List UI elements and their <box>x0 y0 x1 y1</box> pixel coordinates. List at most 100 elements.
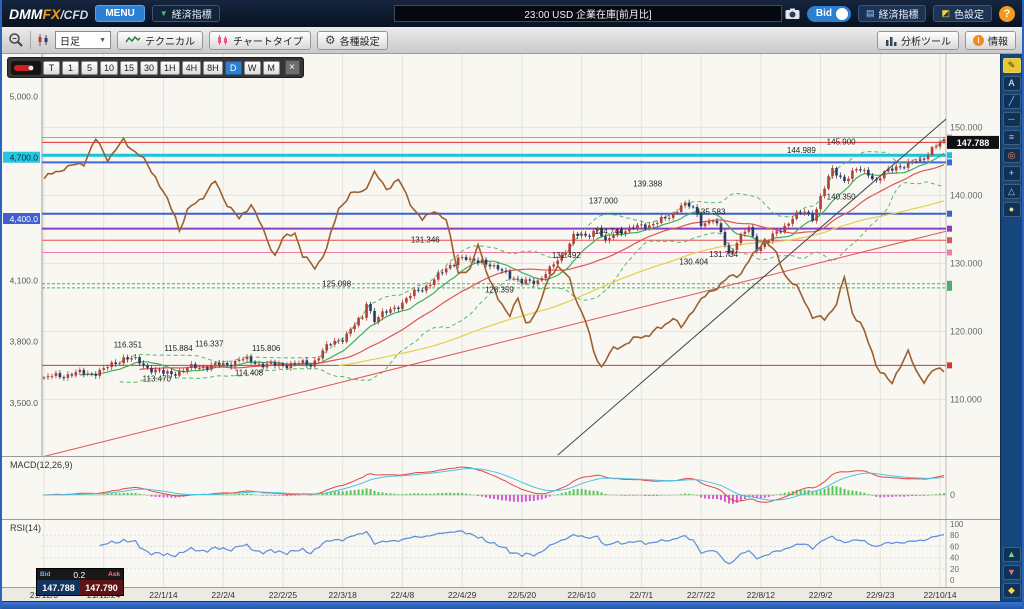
svg-text:4,100.0: 4,100.0 <box>10 275 39 285</box>
ask-label: Ask <box>108 571 120 578</box>
svg-text:22/9/2: 22/9/2 <box>809 590 833 600</box>
chart-type-button[interactable]: チャートタイプ <box>209 31 311 50</box>
palette-icon: ◩ <box>941 8 950 19</box>
info-button[interactable]: i 情報 <box>965 31 1016 50</box>
timeframe-d-button[interactable]: D <box>225 61 242 75</box>
camera-icon[interactable] <box>785 8 800 20</box>
chart-type-icon <box>217 35 229 46</box>
svg-text:144.989: 144.989 <box>787 146 816 155</box>
date-axis[interactable]: 21/12/321/12/2422/1/1422/2/422/2/2522/3/… <box>2 587 1000 601</box>
menu-button[interactable]: MENU <box>95 5 144 22</box>
svg-text:3,500.0: 3,500.0 <box>10 398 39 408</box>
analysis-tools-button[interactable]: 分析ツール <box>877 31 959 50</box>
zoom-icon[interactable] <box>8 32 24 48</box>
timeframe-select-value: 日足 <box>60 33 80 48</box>
technical-button[interactable]: テクニカル <box>117 31 203 50</box>
svg-text:126.359: 126.359 <box>485 286 514 295</box>
svg-text:4,400.0: 4,400.0 <box>10 214 39 224</box>
svg-text:22/3/18: 22/3/18 <box>328 590 357 600</box>
svg-text:0: 0 <box>950 576 955 585</box>
info-label: 情報 <box>988 33 1008 48</box>
timeframe-bar-close-button[interactable]: × <box>285 60 300 75</box>
economic-indicator-ticker-button[interactable]: ▼ 経済指標 <box>152 5 220 22</box>
svg-text:22/4/29: 22/4/29 <box>448 590 477 600</box>
main-chart-canvas[interactable]: 150.000140.000130.000120.000110.0005,000… <box>2 54 1000 456</box>
drawing-toolbar: ✎ A ╱ ─ ≡ ◎ + △ ● ▲ ▼ ◆ <box>1000 54 1022 601</box>
crosshair-icon[interactable]: + <box>1003 166 1021 181</box>
rsi-panel: 100806040200RSI(14) <box>2 519 1000 587</box>
gear-icon: ⚙ <box>325 34 336 46</box>
alert-icon[interactable]: ● <box>1003 202 1021 217</box>
timeframe-m-button[interactable]: M <box>263 61 280 75</box>
svg-text:22/8/12: 22/8/12 <box>747 590 776 600</box>
toggle-knob <box>836 8 848 20</box>
timeframe-30-button[interactable]: 30 <box>140 61 158 75</box>
timeframe-bar: T151015301H4H8HDWM × <box>7 57 304 78</box>
calendar-icon: ▤ <box>866 8 875 19</box>
economic-indicator2-label: 経済指標 <box>878 6 918 21</box>
svg-text:125.098: 125.098 <box>322 279 351 288</box>
timeframe-1h-button[interactable]: 1H <box>160 61 180 75</box>
bid-ask-toggle[interactable]: Bid <box>807 6 851 22</box>
scroll-down-icon[interactable]: ▼ <box>1003 565 1021 580</box>
timeframe-8h-button[interactable]: 8H <box>203 61 223 75</box>
svg-text:22/2/4: 22/2/4 <box>211 590 235 600</box>
pencil-icon[interactable]: ✎ <box>1003 58 1021 73</box>
ruler-icon[interactable]: △ <box>1003 184 1021 199</box>
svg-text:137.000: 137.000 <box>589 197 618 206</box>
rsi-canvas[interactable]: 100806040200RSI(14) <box>2 520 1000 587</box>
scroll-up-icon[interactable]: ▲ <box>1003 547 1021 562</box>
spread-value: 0.2 <box>73 570 85 580</box>
svg-text:MACD(12,26,9): MACD(12,26,9) <box>10 460 73 470</box>
trading-app-window: DMMFX/CFD MENU ▼ 経済指標 23:00 USD 企業在庫[前月比… <box>0 0 1024 609</box>
svg-text:22/9/23: 22/9/23 <box>866 590 895 600</box>
macd-canvas[interactable]: MACD(12,26,9) 0 <box>2 457 1000 519</box>
svg-text:115.806: 115.806 <box>252 344 281 353</box>
horizontal-line-icon[interactable]: ─ <box>1003 112 1021 127</box>
news-ticker: 23:00 USD 企業在庫[前月比] <box>394 5 782 22</box>
bid-price[interactable]: 147.788 <box>37 580 80 595</box>
marker-icon[interactable]: ◎ <box>1003 148 1021 163</box>
chart-type-label: チャートタイプ <box>233 33 303 48</box>
svg-text:150.000: 150.000 <box>950 122 983 132</box>
svg-text:147.788: 147.788 <box>957 138 990 148</box>
timeframe-4h-button[interactable]: 4H <box>182 61 202 75</box>
chart-stack: 150.000140.000130.000120.000110.0005,000… <box>2 54 1000 601</box>
bid-label: Bid <box>40 571 50 578</box>
chart-toolbar: 日足 ▼ テクニカル チャートタイプ ⚙ 各種設定 分析ツール i 情報 <box>2 27 1022 54</box>
svg-text:135.583: 135.583 <box>696 207 725 216</box>
settings-label: 各種設定 <box>340 33 380 48</box>
timeframe-1-button[interactable]: 1 <box>62 61 79 75</box>
chevron-down-icon: ▼ <box>99 37 106 44</box>
economic-indicator-label: 経済指標 <box>172 6 212 21</box>
text-tool-icon[interactable]: A <box>1003 76 1021 91</box>
bid-toggle-label: Bid <box>816 8 832 19</box>
svg-text:22/5/20: 22/5/20 <box>508 590 537 600</box>
svg-text:0: 0 <box>950 490 955 500</box>
timeframe-15-button[interactable]: 15 <box>120 61 138 75</box>
settings-button[interactable]: ⚙ 各種設定 <box>317 31 388 50</box>
svg-text:130.000: 130.000 <box>950 258 983 268</box>
timeframe-10-button[interactable]: 10 <box>100 61 118 75</box>
svg-text:100: 100 <box>950 520 964 529</box>
technical-label: テクニカル <box>145 33 195 48</box>
timeframe-t-button[interactable]: T <box>43 61 60 75</box>
svg-text:116.351: 116.351 <box>114 341 143 350</box>
fibonacci-icon[interactable]: ≡ <box>1003 130 1021 145</box>
info-icon: i <box>973 35 984 46</box>
timeframe-select[interactable]: 日足 ▼ <box>55 31 111 49</box>
snapshot-icon[interactable]: ◆ <box>1003 583 1021 598</box>
timeframe-5-button[interactable]: 5 <box>81 61 98 75</box>
svg-text:120.000: 120.000 <box>950 326 983 336</box>
trendline-icon[interactable]: ╱ <box>1003 94 1021 109</box>
svg-text:22/1/14: 22/1/14 <box>149 590 178 600</box>
date-axis-canvas: 21/12/321/12/2422/1/1422/2/422/2/2522/3/… <box>2 588 1000 601</box>
svg-text:22/7/1: 22/7/1 <box>630 590 654 600</box>
help-button[interactable]: ? <box>999 6 1015 22</box>
analysis-tools-label: 分析ツール <box>901 33 951 48</box>
timeframe-w-button[interactable]: W <box>244 61 261 75</box>
ask-price[interactable]: 147.790 <box>80 580 123 595</box>
color-settings-button[interactable]: ◩ 色設定 <box>933 5 992 22</box>
svg-text:145.900: 145.900 <box>827 137 856 146</box>
economic-indicator-panel-button[interactable]: ▤ 経済指標 <box>858 5 927 22</box>
